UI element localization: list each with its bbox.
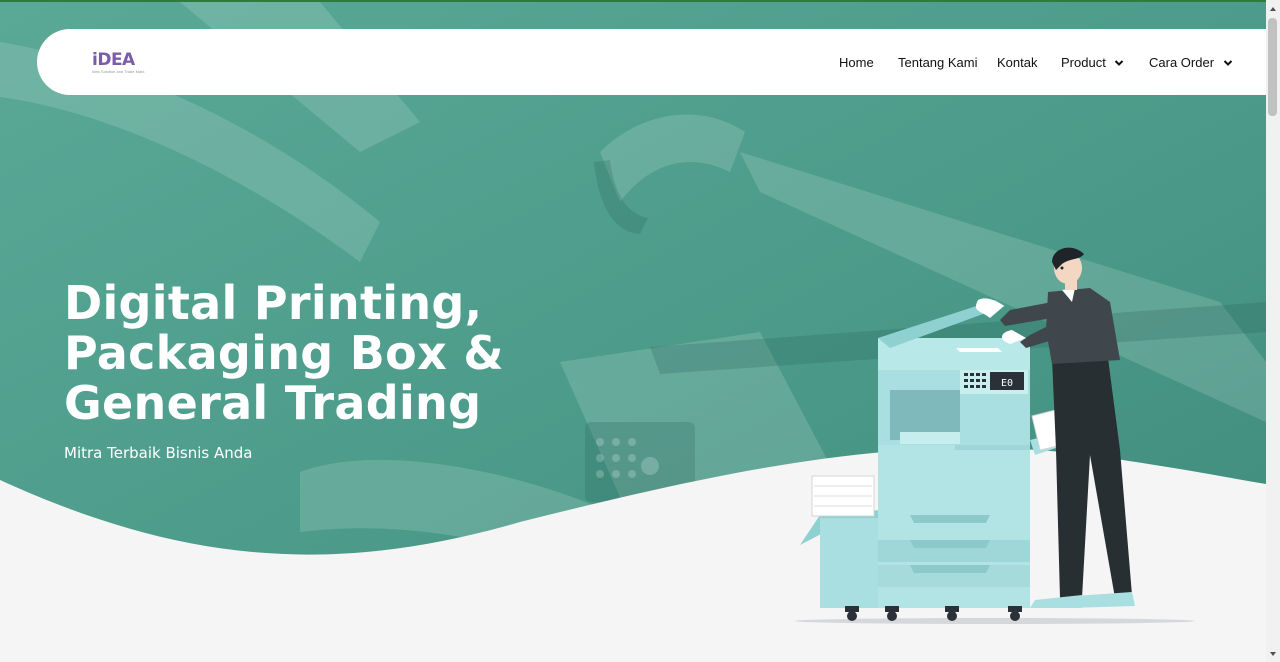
scrollbar-thumb[interactable] bbox=[1268, 18, 1277, 116]
nav-tentang-kami[interactable]: Tentang Kami bbox=[898, 55, 978, 71]
logo-tagline: Idea Solution and Trade Mark bbox=[92, 69, 145, 74]
logo-text: iDEA bbox=[92, 50, 135, 70]
chevron-down-icon bbox=[1223, 60, 1232, 66]
hero-headline: Digital Printing, Packaging Box & Genera… bbox=[64, 278, 584, 428]
nav-home[interactable]: Home bbox=[839, 55, 874, 71]
nav-product[interactable]: Product bbox=[1061, 55, 1125, 71]
triangle-down-icon[interactable] bbox=[1269, 650, 1277, 658]
brand-logo[interactable]: iDEA Idea Solution and Trade Mark bbox=[92, 50, 144, 75]
chevron-down-icon bbox=[1115, 60, 1124, 66]
hero-subtitle: Mitra Terbaik Bisnis Anda bbox=[64, 444, 253, 462]
nav-cara-order[interactable]: Cara Order bbox=[1149, 55, 1234, 71]
hero-headline-line-3: General Trading bbox=[64, 376, 482, 430]
nav-kontak[interactable]: Kontak bbox=[997, 55, 1037, 71]
copier-display: E0 bbox=[1001, 378, 1013, 389]
hero-headline-line-2: Packaging Box & bbox=[64, 326, 504, 380]
copier-illustration: E0 bbox=[795, 247, 1195, 624]
hero-headline-line-1: Digital Printing, bbox=[64, 276, 483, 330]
triangle-up-icon[interactable] bbox=[1269, 5, 1277, 13]
nav-product-label: Product bbox=[1061, 55, 1106, 70]
nav-cara-order-label: Cara Order bbox=[1149, 55, 1215, 70]
